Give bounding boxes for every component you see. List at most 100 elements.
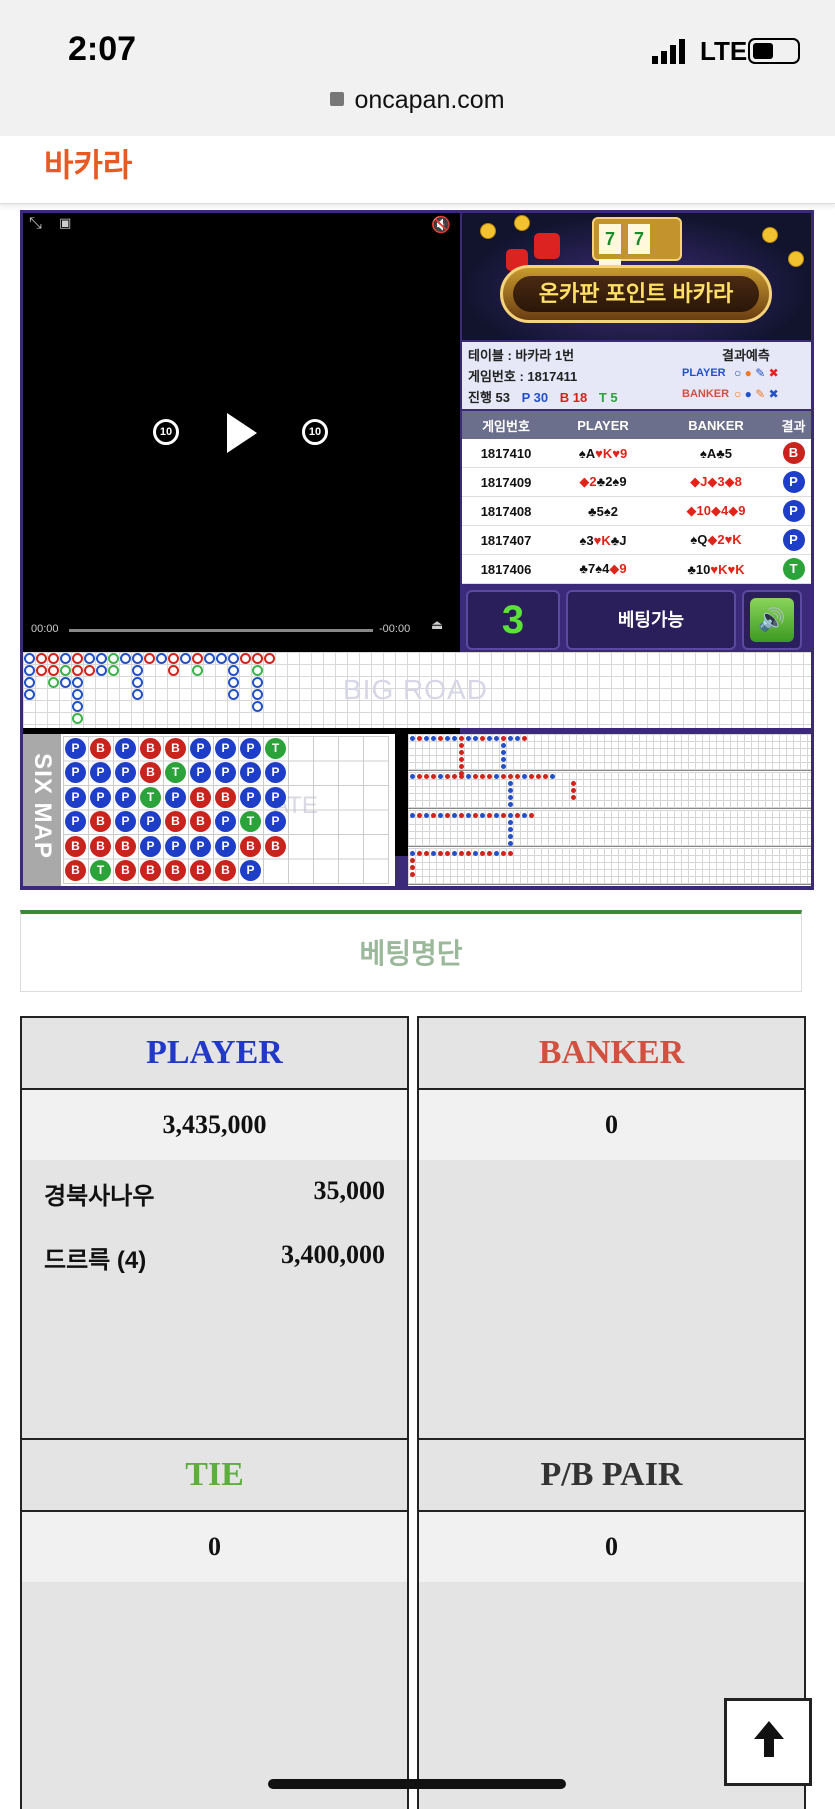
coin-icon: [762, 227, 778, 243]
banker-cards-cell: ◆10◆4◆9: [686, 503, 746, 518]
big-road-mark: [24, 665, 35, 676]
game-number-cell: 1817409: [480, 474, 532, 490]
play-icon[interactable]: [227, 413, 257, 453]
road-mark: [431, 736, 436, 741]
road-mark: [459, 757, 464, 762]
road-mark: [466, 774, 471, 779]
six-map-mark: P: [115, 786, 136, 808]
game-number-cell: 1817407: [480, 532, 532, 548]
bet-amount: 35,000: [313, 1176, 386, 1205]
result-badge: B: [782, 442, 805, 464]
road-mark: [424, 736, 429, 741]
status-bar: 2:07 LTE oncapan.com: [0, 0, 835, 136]
six-map-mark: B: [115, 860, 136, 881]
player-cards-cell: ♠A♥K♥9: [578, 445, 628, 461]
six-map-mark: P: [240, 860, 261, 881]
bettor-name: 경북사나우: [44, 1183, 155, 1210]
road-mark: [515, 774, 520, 779]
road-mark: [410, 736, 415, 741]
big-road-mark: [60, 653, 71, 664]
video-time-current: 00:00: [31, 623, 59, 635]
player-cards-cell: ♠3♥K♣J: [579, 532, 627, 548]
road-mark: [466, 851, 471, 856]
tie-panel: TIE 0: [20, 1438, 409, 1809]
road-mark: [410, 774, 415, 779]
six-map-mark: T: [90, 860, 111, 881]
road-mark: [508, 802, 513, 807]
road-mark: [487, 813, 492, 818]
forward-icon[interactable]: 10: [302, 419, 328, 445]
prediction-player-label: PLAYER: [682, 367, 726, 379]
video-progress-bar[interactable]: [69, 629, 373, 632]
big-road-mark: [84, 653, 95, 664]
speaker-icon: 🔊: [750, 598, 794, 642]
rewind-icon[interactable]: 10: [153, 419, 179, 445]
six-map-mark: P: [265, 811, 286, 832]
road-mark: [536, 774, 541, 779]
road-mark: [480, 774, 485, 779]
road-mark: [529, 813, 534, 818]
big-road-mark: [156, 653, 167, 664]
road-mark: [501, 813, 506, 818]
mute-icon[interactable]: 🔇: [431, 215, 451, 235]
six-map-mark: P: [115, 811, 136, 832]
fullscreen-icon[interactable]: ⤡: [29, 215, 42, 233]
bet-status-button[interactable]: 베팅가능: [566, 590, 736, 650]
road-mark: [501, 757, 506, 762]
result-cell: P: [776, 471, 811, 493]
road-mark: [501, 851, 506, 856]
banker-cards-cell: ♣10♥K♥K: [687, 561, 745, 577]
big-road-mark: [24, 653, 35, 664]
bet-row: 경북사나우 35,000: [22, 1160, 407, 1224]
table-name: 테이블 : 바카라 1번: [468, 348, 575, 363]
big-road-mark: [24, 689, 35, 700]
big-road-mark: [252, 701, 263, 712]
six-map-mark: B: [65, 835, 86, 857]
result-cell: P: [776, 500, 811, 522]
dice-icon: [534, 233, 560, 259]
road-mark: [494, 851, 499, 856]
prediction-banker-marks[interactable]: ○ ● ✎ ✖: [734, 387, 779, 401]
sound-button[interactable]: 🔊: [742, 590, 802, 650]
game-number-cell: 1817410: [480, 445, 532, 461]
road-mark: [424, 851, 429, 856]
road-mark: [410, 858, 415, 863]
road-mark: [431, 813, 436, 818]
big-road-mark: [36, 653, 47, 664]
coin-icon: [480, 223, 496, 239]
six-map-mark: P: [140, 811, 161, 832]
road-mark: [522, 736, 527, 741]
scroll-top-button[interactable]: [724, 1698, 812, 1786]
banker-panel: BANKER 0: [417, 1016, 806, 1440]
road-mark: [487, 774, 492, 779]
road-mark: [501, 743, 506, 748]
six-map-mark: B: [140, 762, 161, 783]
big-road-board: BIG ROAD: [23, 652, 811, 728]
player-cards-cell: ♣7♠4◆9: [579, 561, 627, 576]
airplay-icon[interactable]: ⏏: [431, 617, 443, 633]
road-mark: [438, 774, 443, 779]
home-indicator[interactable]: [268, 1779, 566, 1789]
big-road-mark: [216, 653, 227, 664]
road-mark: [459, 743, 464, 748]
big-road-mark: [132, 689, 143, 700]
road-mark: [459, 851, 464, 856]
url-bar[interactable]: oncapan.com: [0, 86, 835, 115]
bettor-name: 드르륵 (4): [44, 1247, 147, 1274]
road-mark: [459, 813, 464, 818]
network-label: LTE: [700, 36, 748, 66]
player-title: PLAYER: [22, 1018, 407, 1090]
result-cell: P: [776, 529, 811, 551]
tie-title: TIE: [22, 1440, 407, 1512]
pair-total: 0: [419, 1512, 804, 1582]
tie-total: 0: [22, 1512, 407, 1582]
big-road-mark: [84, 665, 95, 676]
road-mark: [571, 781, 576, 786]
big-road-mark: [72, 677, 83, 688]
big-road-mark: [228, 689, 239, 700]
prediction-player-marks[interactable]: ○ ● ✎ ✖: [734, 366, 779, 380]
pip-icon[interactable]: ▣: [59, 215, 71, 231]
road-mark: [466, 736, 471, 741]
six-map-mark: B: [215, 786, 236, 808]
big-road-mark: [252, 689, 263, 700]
